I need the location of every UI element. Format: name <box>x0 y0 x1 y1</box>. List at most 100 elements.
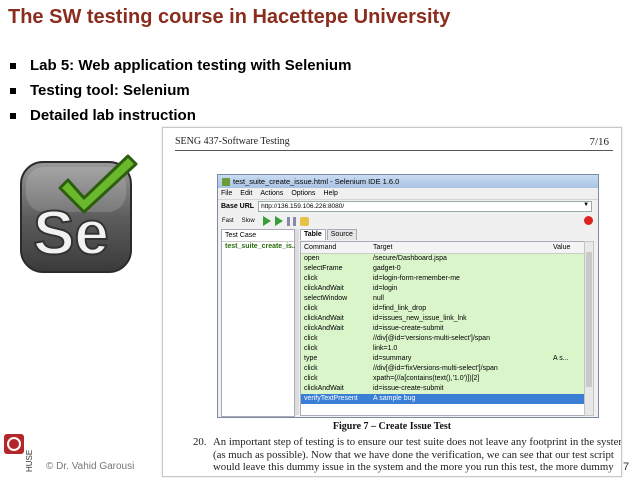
record-icon[interactable] <box>584 216 593 225</box>
table-row[interactable]: type id=summary A s... <box>301 354 584 364</box>
base-url-input[interactable]: http://136.159.106.226:8080/ ▼ <box>258 201 593 212</box>
table-row[interactable]: clickAndWait id=issue-create-submit <box>301 384 584 394</box>
menu-file[interactable]: File <box>221 190 232 197</box>
chevron-down-icon[interactable]: ▼ <box>583 201 589 210</box>
cell-value <box>553 314 583 324</box>
pane-splitter[interactable] <box>295 229 299 415</box>
bullet-square-icon <box>10 87 16 94</box>
cell-target: id=issues_new_issue_link_lnk <box>373 315 467 322</box>
cell-value <box>553 374 583 384</box>
cell-value <box>553 264 583 274</box>
tab-source[interactable]: Source <box>326 229 357 240</box>
cell-target: A sample bug <box>373 395 416 402</box>
table-header: Command Target Value <box>301 242 584 254</box>
cell-target: id=issue-create-submit <box>373 325 444 332</box>
table-row[interactable]: click //div[@id='versions-multi-select']/… <box>301 334 584 344</box>
base-url-bar: Base URL http://136.159.106.226:8080/ ▼ <box>218 200 598 213</box>
column-command: Command <box>304 244 337 251</box>
column-target: Target <box>373 244 393 251</box>
bullet-list: Lab 5: Web application testing with Sele… <box>10 53 351 128</box>
table-row[interactable]: selectWindow null <box>301 294 584 304</box>
cell-command: click <box>304 275 318 282</box>
cell-target: xpath=(//a[contains(text(),'1.0')])[2] <box>373 375 480 382</box>
selenium-logo-icon: Se <box>20 154 138 273</box>
table-row[interactable]: selectFrame gadget-0 <box>301 264 584 274</box>
speed-fast-label[interactable]: Fast <box>222 218 234 224</box>
cell-command: clickAndWait <box>304 385 344 392</box>
table-row[interactable]: clickAndWait id=issues_new_issue_link_lnk <box>301 314 584 324</box>
column-value: Value <box>553 244 571 251</box>
test-case-pane: Test Case test_suite_create_is... <box>221 229 298 417</box>
logo-text: Se <box>33 199 109 268</box>
table-row[interactable]: verifyTextPresent A sample bug <box>301 394 584 404</box>
cell-value <box>553 344 583 354</box>
editor-tabs: Table Source <box>300 229 358 240</box>
table-scrollbar[interactable] <box>584 241 594 416</box>
command-table: Command Target Value open/secure/Dashboa… <box>300 241 585 416</box>
ide-toolbar: Fast Slow <box>218 213 598 229</box>
menu-actions[interactable]: Actions <box>260 190 283 197</box>
cell-command: selectWindow <box>304 295 348 302</box>
cell-value <box>553 254 583 264</box>
cell-target: //div[@id='versions-multi-select']/span <box>373 335 490 342</box>
cell-value <box>553 394 583 404</box>
test-case-item[interactable]: test_suite_create_is... <box>222 242 298 252</box>
table-body: open/secure/Dashboard.jspa selectFrame gad… <box>301 254 584 404</box>
cell-target: id=issue-create-submit <box>373 385 444 392</box>
cell-target: null <box>373 295 384 302</box>
table-row[interactable]: click id=login-form-remember-me <box>301 274 584 284</box>
document-page: 7/16 <box>589 136 609 148</box>
cell-target: link=1.0 <box>373 345 398 352</box>
table-row[interactable]: click link=1.0 <box>301 344 584 354</box>
cell-target: //div[@id='fixVersions-multi-select']/sp… <box>373 365 498 372</box>
cell-value <box>553 324 583 334</box>
cell-command: click <box>304 335 318 342</box>
cell-value <box>553 384 583 394</box>
ide-menubar: File Edit Actions Options Help <box>218 188 598 200</box>
bullet-item: Testing tool: Selenium <box>10 78 351 103</box>
cell-command: clickAndWait <box>304 315 344 322</box>
paragraph-text: An important step of testing is to ensur… <box>213 436 622 474</box>
cell-value <box>553 364 583 374</box>
table-row[interactable]: open/secure/Dashboard.jspa <box>301 254 584 264</box>
cell-target: /secure/Dashboard.jspa <box>373 255 447 262</box>
cell-target: id=find_link_drop <box>373 305 427 312</box>
menu-options[interactable]: Options <box>291 190 315 197</box>
menu-edit[interactable]: Edit <box>240 190 252 197</box>
play-test-icon[interactable] <box>274 216 283 226</box>
bullet-square-icon <box>10 112 16 119</box>
bullet-text: Testing tool: Selenium <box>30 82 190 99</box>
cell-command: click <box>304 375 318 382</box>
paragraph-line: An important step of testing is to ensur… <box>213 436 622 448</box>
cell-command: click <box>304 345 318 352</box>
pause-icon[interactable] <box>286 216 296 226</box>
cell-value: A s... <box>553 355 569 362</box>
table-row[interactable]: clickAndWait id=login <box>301 284 584 294</box>
scrollbar-thumb[interactable] <box>586 252 592 387</box>
document-header: SENG 437-Software Testing 7/16 <box>175 136 613 151</box>
ide-title-text: test_suite_create_issue.html - Selenium … <box>233 177 400 186</box>
cell-command: selectFrame <box>304 265 343 272</box>
bullet-text: Detailed lab instruction <box>30 107 196 124</box>
play-suite-icon[interactable] <box>262 216 271 226</box>
tab-table[interactable]: Table <box>300 229 326 240</box>
huse-logo-icon: HUSE <box>4 434 34 472</box>
table-row[interactable]: click id=find_link_drop <box>301 304 584 314</box>
lab-document-screenshot: SENG 437-Software Testing 7/16 test_suit… <box>162 127 622 477</box>
paragraph-number: 20. <box>193 436 207 448</box>
table-row[interactable]: clickAndWait id=issue-create-submit <box>301 324 584 334</box>
base-url-value: http://136.159.106.226:8080/ <box>261 203 345 210</box>
step-icon[interactable] <box>299 216 309 226</box>
table-row[interactable]: click //div[@id='fixVersions-multi-select… <box>301 364 584 374</box>
cell-value <box>553 284 583 294</box>
speed-slow-label[interactable]: Slow <box>242 218 255 224</box>
table-row[interactable]: click xpath=(//a[contains(text(),'1.0')])… <box>301 374 584 384</box>
huse-logo-text: HUSE <box>25 450 34 472</box>
menu-help[interactable]: Help <box>323 190 337 197</box>
cell-command: verifyTextPresent <box>304 395 358 402</box>
figure-caption: Figure 7 – Create Issue Test <box>332 421 452 432</box>
cell-value <box>553 294 583 304</box>
cell-value <box>553 334 583 344</box>
ide-titlebar: test_suite_create_issue.html - Selenium … <box>218 175 598 188</box>
bullet-text: Lab 5: Web application testing with Sele… <box>30 57 352 74</box>
